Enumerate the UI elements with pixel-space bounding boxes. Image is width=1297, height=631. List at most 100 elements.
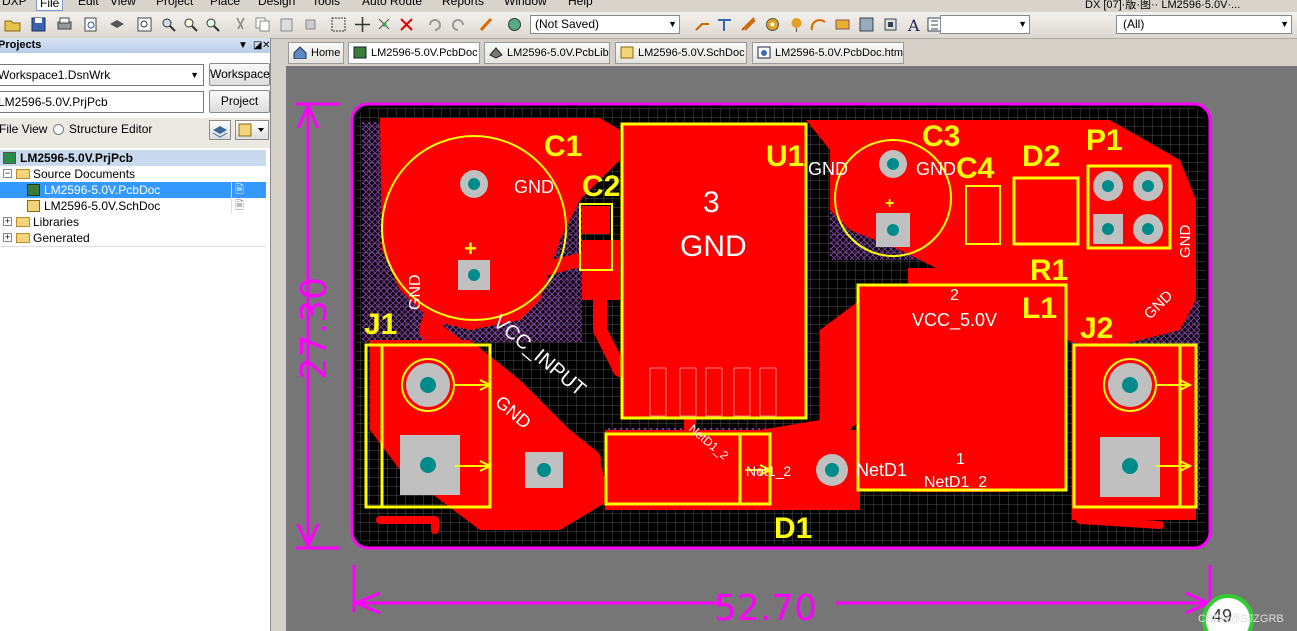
move-selection-icon[interactable] (376, 16, 393, 33)
menu-bar: DXP File Edit View Project Place Design … (0, 0, 1297, 12)
net-gnd-p1: GND (1177, 225, 1194, 259)
place-arc-icon[interactable] (810, 16, 827, 33)
menu-view[interactable]: View (110, 0, 136, 8)
tree-generated[interactable]: + Generated (0, 230, 266, 246)
label-l1: L1 (1022, 292, 1057, 325)
folder-icon (16, 233, 30, 243)
pcb-document-icon (353, 46, 367, 59)
copy-icon[interactable] (254, 16, 271, 33)
menu-place[interactable]: Place (210, 0, 240, 8)
diff-pair-icon[interactable] (740, 16, 757, 33)
home-icon (293, 46, 307, 59)
place-component-icon[interactable] (882, 16, 899, 33)
browse-icon[interactable] (506, 16, 523, 33)
menu-dxp[interactable]: DXP (2, 0, 27, 8)
place-fill-icon[interactable] (834, 16, 851, 33)
tree-project-row[interactable]: LM2596-5.0V.PrjPcb (0, 150, 266, 166)
net-gnd-u1: GND (808, 159, 848, 179)
menu-auto-route[interactable]: Auto Route (362, 0, 422, 8)
tab-home[interactable]: Home (288, 42, 344, 64)
zoom-area-icon[interactable] (160, 16, 177, 33)
structure-editor-radio[interactable] (53, 124, 64, 135)
tree-schdoc[interactable]: LM2596-5.0V.SchDoc 🗎 (0, 198, 266, 214)
zoom-selected-icon[interactable] (182, 16, 199, 33)
tree-libraries-label: Libraries (33, 215, 80, 229)
menu-tools[interactable]: Tools (312, 0, 340, 8)
redo-icon[interactable] (450, 16, 467, 33)
pcb-project-icon (3, 152, 16, 164)
undo-icon[interactable] (426, 16, 443, 33)
menu-reports[interactable]: Reports (442, 0, 484, 8)
tree-pcbdoc[interactable]: LM2596-5.0V.PcbDoc 🗎 (0, 182, 266, 198)
net-gnd-c1: GND (514, 177, 554, 197)
pad-2-label: 2 (950, 287, 959, 304)
tree-libraries[interactable]: + Libraries (0, 214, 266, 230)
pad-gnd-label: GND (680, 230, 747, 263)
menu-edit[interactable]: Edit (78, 0, 99, 8)
tab-schdoc[interactable]: LM2596-5.0V.SchDoc (615, 42, 747, 64)
layer-combo[interactable]: ▼ (940, 15, 1030, 34)
file-view-radio[interactable]: File View (0, 122, 47, 136)
tab-pcbdoc[interactable]: LM2596-5.0V.PcbDoc (348, 42, 480, 64)
pcb-editor-canvas[interactable]: C1 C2 U1 C3 C4 D2 P1 R1 L1 J1 J2 D1 GND … (286, 66, 1297, 631)
net-gnd-c3: GND (916, 159, 956, 179)
expand-icon[interactable]: + (3, 233, 12, 242)
document-options-icon (238, 123, 264, 137)
menu-project[interactable]: Project (156, 0, 193, 8)
move-icon[interactable] (354, 16, 371, 33)
document-tab-bar: Home LM2596-5.0V.PcbDoc LM2596-5.0V.PcbL… (286, 40, 1297, 66)
print-preview-icon[interactable] (82, 16, 99, 33)
pad-3-label: 3 (703, 186, 720, 219)
save-status-combo[interactable]: (Not Saved) ▼ (530, 15, 680, 34)
pcb-document-icon (27, 184, 40, 196)
menu-help[interactable]: Help (568, 0, 593, 8)
save-icon[interactable] (30, 16, 47, 33)
place-polygon-icon[interactable] (858, 16, 875, 33)
zoom-filter-icon[interactable] (204, 16, 221, 33)
net-short-label: Net1_2 (746, 463, 791, 479)
chevron-down-icon: ▼ (1280, 19, 1289, 29)
tree-generated-label: Generated (33, 231, 90, 245)
pcb-library-icon (489, 47, 503, 59)
workspace-button[interactable]: Workspace (209, 63, 270, 86)
pcb-drawing[interactable]: C1 C2 U1 C3 C4 D2 P1 R1 L1 J1 J2 D1 GND … (286, 66, 1297, 631)
collapse-icon[interactable]: − (3, 169, 12, 178)
cut-icon[interactable] (232, 16, 249, 33)
project-field[interactable]: LM2596-5.0V.PrjPcb (0, 91, 204, 113)
menu-file[interactable]: File (36, 0, 64, 11)
open-folder-icon[interactable] (4, 16, 21, 33)
panel-menu-icon[interactable]: ▼ (238, 38, 248, 53)
paste-icon[interactable] (278, 16, 295, 33)
layers-button[interactable] (209, 120, 231, 140)
label-d2: D2 (1022, 140, 1060, 173)
svg-text:A: A (907, 16, 920, 33)
workspace-select[interactable]: Workspace1.DsnWrk ▼ (0, 64, 204, 86)
place-pad-icon[interactable] (764, 16, 781, 33)
tab-pcblib[interactable]: LM2596-5.0V.PcbLib (484, 42, 610, 64)
expand-icon[interactable]: + (3, 217, 12, 226)
menu-design[interactable]: Design (258, 0, 295, 8)
zoom-fit-icon[interactable] (136, 16, 153, 33)
filter-combo[interactable]: (All) ▼ (1116, 15, 1292, 34)
rubber-stamp-icon[interactable] (302, 16, 319, 33)
layers-icon[interactable] (108, 16, 125, 33)
place-via-icon[interactable] (788, 16, 805, 33)
menu-window[interactable]: Window (504, 0, 547, 8)
close-icon[interactable]: ✕ (262, 38, 270, 53)
interactive-route-icon[interactable] (694, 16, 711, 33)
deselect-icon[interactable] (398, 16, 415, 33)
tree-schdoc-label: LM2596-5.0V.SchDoc (44, 199, 161, 213)
chevron-down-icon: ▼ (190, 70, 199, 80)
cross-probe-icon[interactable] (478, 16, 495, 33)
tab-pcbdoc-htm[interactable]: LM2596-5.0V.PcbDoc.htm (752, 42, 904, 64)
document-options-button[interactable] (235, 120, 269, 140)
place-string-icon[interactable]: A (906, 16, 923, 33)
tree-source-documents[interactable]: − Source Documents (0, 166, 266, 182)
project-button[interactable]: Project (209, 90, 270, 113)
print-icon[interactable] (56, 16, 73, 33)
route-multiple-icon[interactable] (716, 16, 733, 33)
select-area-icon[interactable] (330, 16, 347, 33)
dimension-width: 52.70 (714, 588, 817, 629)
modified-doc-icon: 🗎 (235, 184, 244, 196)
tree-source-label: Source Documents (33, 167, 136, 181)
